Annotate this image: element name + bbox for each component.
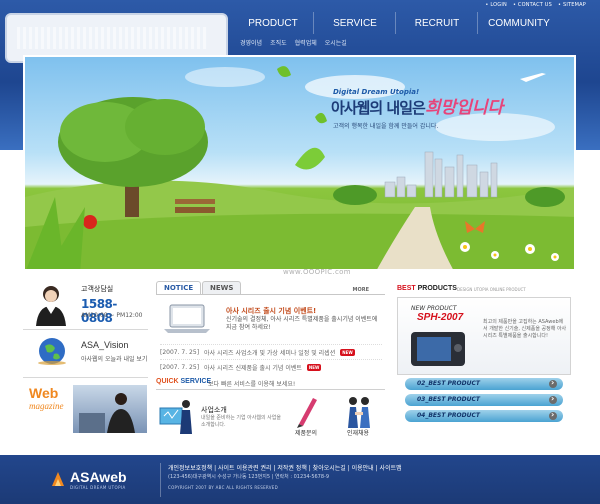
pda-device-icon bbox=[411, 332, 465, 366]
best-title-b: PRODUCTS bbox=[417, 285, 457, 292]
business-photo bbox=[73, 385, 147, 433]
brand-logo-icon bbox=[52, 472, 64, 486]
nav-divider bbox=[313, 12, 314, 34]
watermark: www.OOOPIC.com bbox=[283, 268, 351, 276]
quick-item-recruit[interactable]: 인재채용 bbox=[347, 428, 369, 437]
best-products-title: BEST PRODUCTS bbox=[397, 285, 457, 292]
product-model: SPH-2007 bbox=[417, 312, 464, 323]
footer-logo-tagline: DIGITAL DREAM UTOPIA bbox=[70, 485, 126, 490]
sub-menu-item[interactable]: 경영이념 bbox=[240, 38, 262, 47]
sitemap-link[interactable]: • SITEMAP bbox=[558, 2, 586, 8]
sub-menu-item[interactable]: 조직도 bbox=[270, 38, 287, 47]
nav-divider bbox=[395, 12, 396, 34]
vision-banner[interactable]: ASA_Vision 아사웹의 오늘과 내일 보기 bbox=[23, 332, 148, 378]
vision-title: ASA_Vision bbox=[81, 340, 129, 350]
notice-list: [2007. 7. 25] 아사 시리즈 사업소개 및 가상 세미나 일정 및 … bbox=[160, 344, 382, 374]
quick-service-title: QUICK SERVICE bbox=[156, 378, 211, 385]
laptop-icon bbox=[164, 304, 210, 333]
best-products: BEST PRODUCTS DESIGN UTOPIA ONLINE PRODU… bbox=[397, 281, 571, 433]
best-product-label: 03_BEST PRODUCT bbox=[417, 396, 480, 403]
more-link[interactable]: MORE bbox=[353, 287, 370, 293]
tab-notice[interactable]: NOTICE bbox=[156, 281, 202, 294]
footer-copyright: COPYRIGHT 2007 BY ABC ALL RIGHTS RESERVE… bbox=[168, 485, 279, 490]
nav-product[interactable]: PRODUCT bbox=[232, 18, 314, 29]
quick-item-inquiry[interactable]: 제품문의 bbox=[295, 428, 317, 437]
new-badge: NEW bbox=[340, 348, 355, 356]
nav-community[interactable]: COMMUNITY bbox=[478, 18, 560, 29]
notice-board: NOTICE NEWS MORE 아사 시리즈 출시 기념 이벤트! 신기술의 … bbox=[156, 281, 385, 381]
quick-service-description: 보다 빠른 서비스를 이용해 보세요! bbox=[208, 381, 296, 388]
nav-recruit[interactable]: RECRUIT bbox=[396, 18, 478, 29]
footer-logo[interactable]: ASAweb bbox=[70, 469, 127, 485]
operator-avatar bbox=[36, 286, 66, 326]
hero-accent: 희망입니다 bbox=[425, 98, 504, 118]
hero-banner: Digital Dream Utopia! 아사웹의 내일은 희망입니다 고객의… bbox=[23, 55, 576, 271]
notice-text: 아사 시리즈 사업소개 및 가상 세미나 일정 및 리셉션 bbox=[204, 349, 336, 357]
quick-item-business-desc: 내일을 준비하는 기업 아사웹의 사업을 소개합니다. bbox=[201, 415, 281, 428]
arrow-icon bbox=[549, 410, 557, 420]
nav-service[interactable]: SERVICE bbox=[314, 18, 396, 29]
customer-center-hours: AM10:00 ~ PM12:00 bbox=[81, 312, 143, 319]
customer-center[interactable]: 고객상담실 1588-0808 AM10:00 ~ PM12:00 bbox=[23, 280, 148, 330]
footer-divider bbox=[160, 463, 161, 497]
new-product-label: NEW PRODUCT bbox=[411, 305, 457, 312]
quick-title-a: QUICK bbox=[156, 378, 179, 385]
airplane-icon bbox=[520, 73, 546, 82]
quick-item-business[interactable]: 사업소개 bbox=[201, 405, 227, 415]
notice-date: [2007. 7. 25] bbox=[160, 348, 200, 356]
quick-service: QUICK SERVICE 보다 빠른 서비스를 이용해 보세요! 사업소개 내… bbox=[156, 378, 385, 448]
divider bbox=[156, 389, 385, 390]
customer-center-title: 고객상담실 bbox=[81, 285, 114, 293]
best-product-button[interactable]: 04_BEST PRODUCT bbox=[405, 410, 563, 422]
best-title-a: BEST bbox=[397, 285, 416, 292]
notice-date: [2007. 7. 25] bbox=[160, 363, 200, 371]
main-nav: PRODUCT SERVICE RECRUIT COMMUNITY bbox=[232, 18, 560, 29]
business-person-icon[interactable] bbox=[158, 394, 194, 434]
best-product-label: 04_BEST PRODUCT bbox=[417, 412, 480, 419]
footer-address: (123-456)대구광역시 수성구 가나동 123번지5 | 연락처 : 01… bbox=[168, 474, 330, 480]
customer-center-phone: 1588-0808 bbox=[81, 297, 117, 325]
best-products-subtitle: DESIGN UTOPIA ONLINE PRODUCT bbox=[457, 287, 526, 292]
web-magazine-subtitle: magazine bbox=[29, 401, 64, 411]
tab-divider bbox=[156, 294, 385, 295]
handshake-icon[interactable] bbox=[344, 394, 374, 428]
top-utility-bar: • LOGIN • CONTACT US • SITEMAP bbox=[485, 2, 586, 8]
hero-illustration bbox=[25, 66, 574, 269]
vision-description: 아사웹의 오늘과 내일 보기 bbox=[81, 356, 148, 363]
hero-description: 고객의 행복한 내일을 함께 만들어 갑니다. bbox=[333, 123, 439, 130]
notice-text: 아사 시리즈 신제품을 출시 기념 이벤트 bbox=[204, 364, 302, 372]
nav-divider bbox=[477, 12, 478, 34]
arrow-icon bbox=[549, 394, 557, 404]
arrow-icon bbox=[549, 378, 557, 388]
best-product-label: 02_BEST PRODUCT bbox=[417, 380, 480, 387]
list-item[interactable]: [2007. 7. 25] 아사 시리즈 사업소개 및 가상 세미나 일정 및 … bbox=[160, 344, 382, 359]
footer: ASAweb DIGITAL DREAM UTOPIA 개인정보보호정책 | 사… bbox=[0, 455, 600, 504]
quick-title-b: SERVICE bbox=[180, 378, 212, 385]
web-magazine-title: Web bbox=[29, 385, 59, 401]
web-magazine-banner[interactable]: Web magazine bbox=[23, 382, 148, 433]
best-product-button[interactable]: 02_BEST PRODUCT bbox=[405, 378, 563, 390]
globe-icon bbox=[38, 338, 66, 365]
hero-subtitle: Digital Dream Utopia! bbox=[333, 88, 420, 96]
notice-headline[interactable]: 아사 시리즈 출시 기념 이벤트! bbox=[226, 306, 316, 316]
notice-body: 신기술의 결정체, 아사 시리즈 특별제품을 출시기념 이벤트에 지금 참여 하… bbox=[226, 316, 378, 331]
contact-us-link[interactable]: • CONTACT US bbox=[513, 2, 552, 8]
sub-menu: 경영이념 조직도 협력업체 오시는길 bbox=[240, 38, 347, 47]
login-link[interactable]: • LOGIN bbox=[485, 2, 507, 8]
new-badge: NEW bbox=[306, 363, 322, 371]
pen-icon[interactable] bbox=[293, 394, 319, 428]
tab-news[interactable]: NEWS bbox=[202, 281, 242, 294]
footer-links[interactable]: 개인정보보호정책 | 사이트 이용관련 권리 | 저작권 정책 | 찾아오시는길… bbox=[168, 463, 402, 472]
sub-menu-item[interactable]: 오시는길 bbox=[325, 38, 347, 47]
best-product-button[interactable]: 03_BEST PRODUCT bbox=[405, 394, 563, 406]
product-description: 최고의 제품만을 고집하는 ASAweb에서 개발한 신기술, 신제품을 공정해… bbox=[483, 319, 567, 339]
list-item[interactable]: [2007. 7. 25] 아사 시리즈 신제품을 출시 기념 이벤트 NEW bbox=[160, 359, 382, 374]
sub-menu-item[interactable]: 협력업체 bbox=[295, 38, 317, 47]
ladybug-icon bbox=[83, 215, 97, 229]
hero-headline: 아사웹의 내일은 bbox=[331, 99, 426, 117]
